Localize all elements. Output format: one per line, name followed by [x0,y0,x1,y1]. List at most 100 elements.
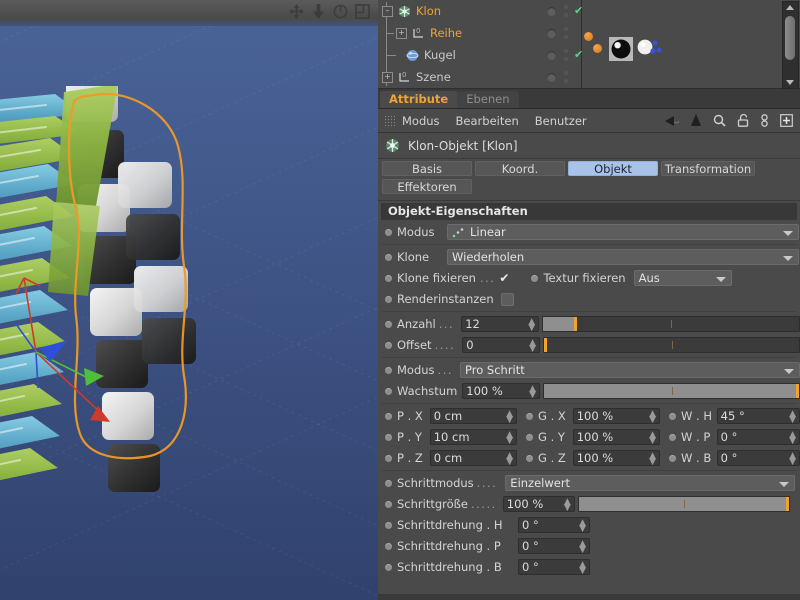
visibility-row[interactable] [543,22,581,44]
back-arrow-icon[interactable] [665,115,679,127]
prop-offset[interactable]: Offset .... 0 ▲ ▼ [378,336,800,354]
transform-row-x[interactable]: P . X 0 cm ▲ ▼ G . X 100 % ▲ ▼ W . H 45 ° … [378,407,800,425]
slider-anzahl[interactable] [542,316,800,332]
tag-dot-icon[interactable] [593,44,602,53]
dropdown-textur-fixieren[interactable]: Aus [633,270,732,286]
param-dot-icon[interactable] [385,228,392,236]
slider-handle[interactable] [785,497,789,511]
lock-icon[interactable] [737,114,749,127]
param-dot-icon[interactable] [526,412,533,420]
param-dot-icon[interactable] [385,500,392,508]
material-tag-icon[interactable] [609,37,633,61]
input-g-z[interactable]: 100 % ▲ ▼ [572,450,660,467]
param-dot-icon[interactable] [385,341,392,349]
stepper-icon[interactable]: ▲ ▼ [579,540,586,555]
checkbox-klone-fixieren[interactable]: ✔ [499,272,509,284]
tab-transformation[interactable]: Transformation [661,161,755,176]
prop-anzahl[interactable]: Anzahl ... 12 ▲ ▼ [378,315,800,333]
tab-koord[interactable]: Koord. [475,161,565,176]
stepper-icon[interactable]: ▲ ▼ [649,452,656,467]
stepper-icon[interactable]: ▲ ▼ [649,410,656,425]
slider-handle[interactable] [573,317,577,331]
input-anzahl[interactable]: 12 ▲ ▼ [461,316,540,333]
scroll-up-icon[interactable] [786,5,794,10]
scroll-down-icon[interactable] [786,80,794,85]
object-manager-scrollbar[interactable] [782,1,799,89]
input-p-z[interactable]: 0 cm ▲ ▼ [429,450,517,467]
expand-icon[interactable]: + [396,28,407,39]
dropdown-modus[interactable]: Linear [447,224,799,240]
slider-offset[interactable] [543,337,800,353]
stepper-icon[interactable]: ▲ ▼ [579,561,586,576]
stepper-icon[interactable]: ▲ ▼ [529,385,536,400]
param-dot-icon[interactable] [385,479,392,487]
render-dot[interactable] [564,13,568,17]
move-icon[interactable] [289,3,304,19]
stepper-icon[interactable]: ▲ ▼ [579,519,586,534]
input-g-x[interactable]: 100 % ▲ ▼ [572,408,660,425]
object-row-kugel[interactable]: Kugel [378,44,543,66]
param-dot-icon[interactable] [668,412,676,420]
param-dot-icon[interactable] [385,274,392,282]
input-p-y[interactable]: 10 cm ▲ ▼ [429,429,517,446]
prop-modus2[interactable]: Modus ... Pro Schritt [378,361,800,379]
param-dot-icon[interactable] [385,542,392,550]
param-dot-icon[interactable] [385,521,392,529]
chevron-down-icon[interactable] [784,369,794,374]
link-icon[interactable] [760,114,769,127]
dropdown-modus2[interactable]: Pro Schritt [460,362,800,378]
stepper-icon[interactable]: ▲ ▼ [506,410,513,425]
tab-basis[interactable]: Basis [382,161,472,176]
editor-dot[interactable] [564,27,568,31]
stepper-icon[interactable]: ▲ ▼ [506,452,513,467]
input-schrittdrehung-p[interactable]: 0 ° ▲ ▼ [518,538,590,555]
transform-row-z[interactable]: P . Z 0 cm ▲ ▼ G . Z 100 % ▲ ▼ W . B 0 ° ▲… [378,449,800,467]
param-dot-icon[interactable] [526,433,533,441]
visibility-dot[interactable] [547,7,556,16]
param-dot-icon[interactable] [385,320,392,328]
chevron-down-icon[interactable] [783,231,793,236]
editor-dot[interactable] [564,49,568,53]
menu-modus[interactable]: Modus [402,114,440,128]
tag-dot-icon[interactable] [584,32,593,41]
visibility-row[interactable]: ✔ [543,44,583,66]
editor-dot[interactable] [564,5,568,9]
dropdown-klone[interactable]: Wiederholen [447,249,799,265]
input-w-b[interactable]: 0 ° ▲ ▼ [716,450,800,467]
visibility-dot[interactable] [547,73,556,82]
expand-icon[interactable]: + [382,72,393,83]
input-w-p[interactable]: 0 ° ▲ ▼ [716,429,800,446]
param-dot-icon[interactable] [531,274,539,282]
param-dot-icon[interactable] [385,433,392,441]
tab-ebenen[interactable]: Ebenen [457,91,519,108]
menu-bearbeiten[interactable]: Bearbeiten [456,114,519,128]
drag-grip-icon[interactable] [384,115,395,126]
param-dot-icon[interactable] [385,295,392,303]
prop-schrittdrehung-b[interactable]: Schrittdrehung . B 0 ° ▲ ▼ [378,558,800,576]
slider-schrittgroesse[interactable] [577,496,790,512]
scrollbar-thumb[interactable] [785,16,795,60]
input-offset[interactable]: 0 ▲ ▼ [462,337,540,354]
prop-schrittmodus[interactable]: Schrittmodus .... Einzelwert [378,474,800,492]
render-dot[interactable] [564,79,568,83]
param-dot-icon[interactable] [385,387,392,395]
input-schrittdrehung-h[interactable]: 0 ° ▲ ▼ [518,517,590,534]
dropdown-schrittmodus[interactable]: Einzelwert [505,475,796,491]
visibility-dot[interactable] [547,51,556,60]
prop-modus[interactable]: Modus Linear [378,223,800,241]
slider-wachstum[interactable] [543,383,800,399]
prop-renderinstanzen[interactable]: Renderinstanzen [378,290,800,308]
pan-icon[interactable] [311,3,326,19]
visibility-row[interactable] [543,66,581,88]
stepper-icon[interactable]: ▲ ▼ [789,410,796,425]
visibility-row[interactable]: ✔ [543,0,583,22]
prop-schrittgroesse[interactable]: Schrittgröße ..... 100 % ▲ ▼ [378,495,800,513]
param-dot-icon[interactable] [668,433,676,441]
stepper-icon[interactable]: ▲ ▼ [564,498,571,513]
stepper-icon[interactable]: ▲ ▼ [789,452,796,467]
add-icon[interactable] [780,114,793,127]
texture-tag-icon[interactable] [636,37,662,61]
input-p-x[interactable]: 0 cm ▲ ▼ [429,408,517,425]
maximize-icon[interactable] [355,3,370,19]
param-dot-icon[interactable] [668,454,676,462]
